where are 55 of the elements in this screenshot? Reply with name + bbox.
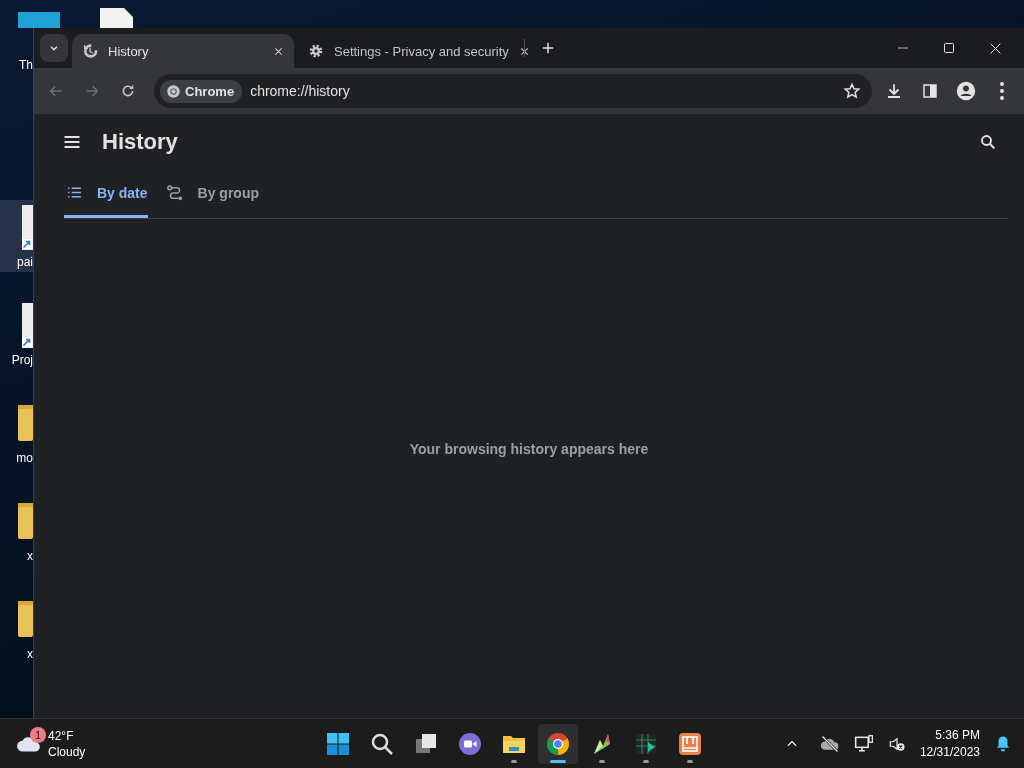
route-icon <box>165 183 184 202</box>
bell-icon <box>994 734 1012 753</box>
desktop-icon-label[interactable]: Th <box>19 58 33 72</box>
view-tab[interactable]: By date <box>64 170 148 218</box>
network-icon <box>853 733 874 754</box>
time: 5:36 PM <box>935 726 980 744</box>
url-field[interactable]: chrome://history <box>250 83 830 99</box>
desktop-icon-label[interactable]: mo <box>16 451 33 465</box>
tab-title: Settings - Privacy and security <box>334 43 509 59</box>
windows-start-icon <box>326 731 350 756</box>
chrome-icon <box>546 731 570 756</box>
browser-tab[interactable]: History <box>72 34 294 68</box>
gear-icon <box>308 43 324 59</box>
date: 12/31/2023 <box>919 743 980 761</box>
close-tab-button[interactable] <box>518 45 530 57</box>
page-title: History <box>102 129 178 155</box>
side-panel-icon <box>921 82 939 100</box>
temperature: 42°F <box>48 727 75 744</box>
more-vertical-icon <box>1000 82 1004 100</box>
empty-message: Your browsing history appears here <box>409 440 649 457</box>
browser-tab[interactable]: Settings - Privacy and security <box>298 34 520 68</box>
grid-chart-icon <box>634 731 658 756</box>
desktop-icon-label[interactable]: x <box>27 549 33 563</box>
close-icon <box>518 45 530 57</box>
notification-badge: 1 <box>30 727 46 743</box>
person-icon <box>956 81 976 101</box>
close-icon <box>273 45 284 57</box>
search-icon <box>370 731 394 756</box>
plus-icon <box>541 41 555 55</box>
task-view-icon <box>414 731 438 756</box>
star-icon <box>843 82 861 100</box>
search-icon <box>979 133 997 151</box>
desktop-icon-label[interactable]: Proj <box>11 353 33 367</box>
close-tab-button[interactable] <box>273 45 284 57</box>
cloud-off-icon <box>819 733 840 754</box>
frame-app-icon <box>678 731 702 756</box>
tab-title: History <box>108 43 150 59</box>
chrome-logo-icon <box>166 83 181 99</box>
view-tab[interactable]: By group <box>163 170 260 218</box>
download-icon <box>885 82 903 100</box>
tab-search-button[interactable] <box>40 34 68 62</box>
shortcut-file-icon <box>22 205 33 250</box>
address-bar[interactable]: Chrome chrome://history <box>154 74 872 108</box>
taskbar-app[interactable] <box>538 723 578 764</box>
clock[interactable]: 5:36 PM 12/31/2023 <box>919 726 980 761</box>
desktop-icon-label[interactable]: x <box>27 647 33 661</box>
video-chat-icon <box>458 731 482 756</box>
site-chip[interactable]: Chrome <box>160 79 243 103</box>
maximize-icon <box>943 42 955 54</box>
history-icon <box>82 43 98 59</box>
weather-condition: Cloudy <box>48 743 86 760</box>
close-icon <box>988 41 1002 55</box>
list-icon <box>66 184 83 201</box>
desktop-icon-label[interactable]: pai <box>17 255 33 269</box>
reload-icon <box>120 83 136 99</box>
